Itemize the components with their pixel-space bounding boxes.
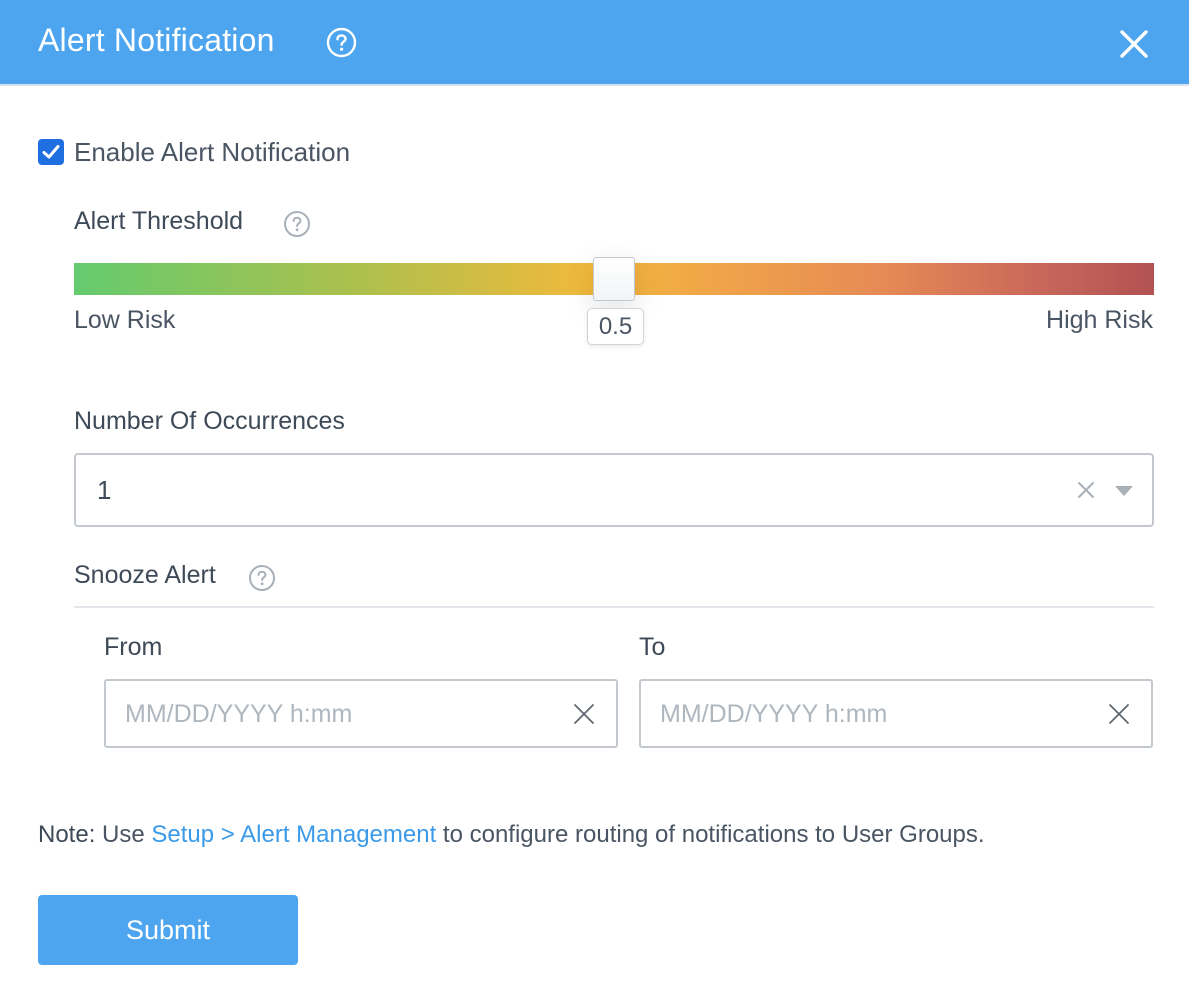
submit-button[interactable]: Submit	[38, 895, 298, 965]
snooze-divider	[74, 606, 1154, 608]
low-risk-label: Low Risk	[74, 306, 176, 334]
close-icon[interactable]	[1076, 480, 1096, 500]
snooze-from-label: From	[104, 633, 163, 661]
enable-alert-checkbox[interactable]	[38, 139, 64, 165]
question-circle-icon[interactable]	[326, 27, 357, 58]
question-circle-icon[interactable]	[248, 564, 276, 592]
snooze-alert-label: Snooze Alert	[74, 561, 216, 589]
alert-management-link[interactable]: Setup > Alert Management	[151, 821, 436, 848]
close-icon[interactable]	[1115, 25, 1153, 63]
occurrences-select[interactable]: 1	[74, 453, 1154, 527]
note-suffix: to configure routing of notifications to…	[436, 821, 985, 848]
chevron-down-icon[interactable]	[1114, 485, 1134, 497]
close-icon[interactable]	[1107, 702, 1131, 726]
routing-note: Note: Use Setup > Alert Management to co…	[38, 821, 985, 849]
alert-threshold-label: Alert Threshold	[74, 207, 244, 235]
dialog-header: Alert Notification	[0, 0, 1189, 86]
occurrences-selected-value: 1	[97, 475, 112, 505]
risk-threshold-slider-handle[interactable]	[593, 257, 635, 301]
threshold-value-tooltip: 0.5	[587, 308, 644, 345]
snooze-from-input[interactable]	[125, 695, 545, 733]
enable-alert-row: Enable Alert Notification	[38, 136, 350, 168]
checkmark-icon	[42, 145, 60, 159]
note-label: Note:	[38, 821, 96, 848]
snooze-to-label: To	[639, 633, 666, 661]
dialog-title: Alert Notification	[38, 22, 275, 58]
occurrences-label: Number Of Occurrences	[74, 407, 345, 435]
close-icon[interactable]	[572, 702, 596, 726]
note-prefix: Use	[95, 821, 152, 848]
snooze-to-field[interactable]	[639, 679, 1153, 748]
snooze-from-field[interactable]	[104, 679, 618, 748]
snooze-to-input[interactable]	[660, 695, 1080, 733]
enable-alert-label: Enable Alert Notification	[74, 136, 351, 167]
high-risk-label: High Risk	[1046, 306, 1153, 334]
question-circle-icon[interactable]	[283, 210, 311, 238]
